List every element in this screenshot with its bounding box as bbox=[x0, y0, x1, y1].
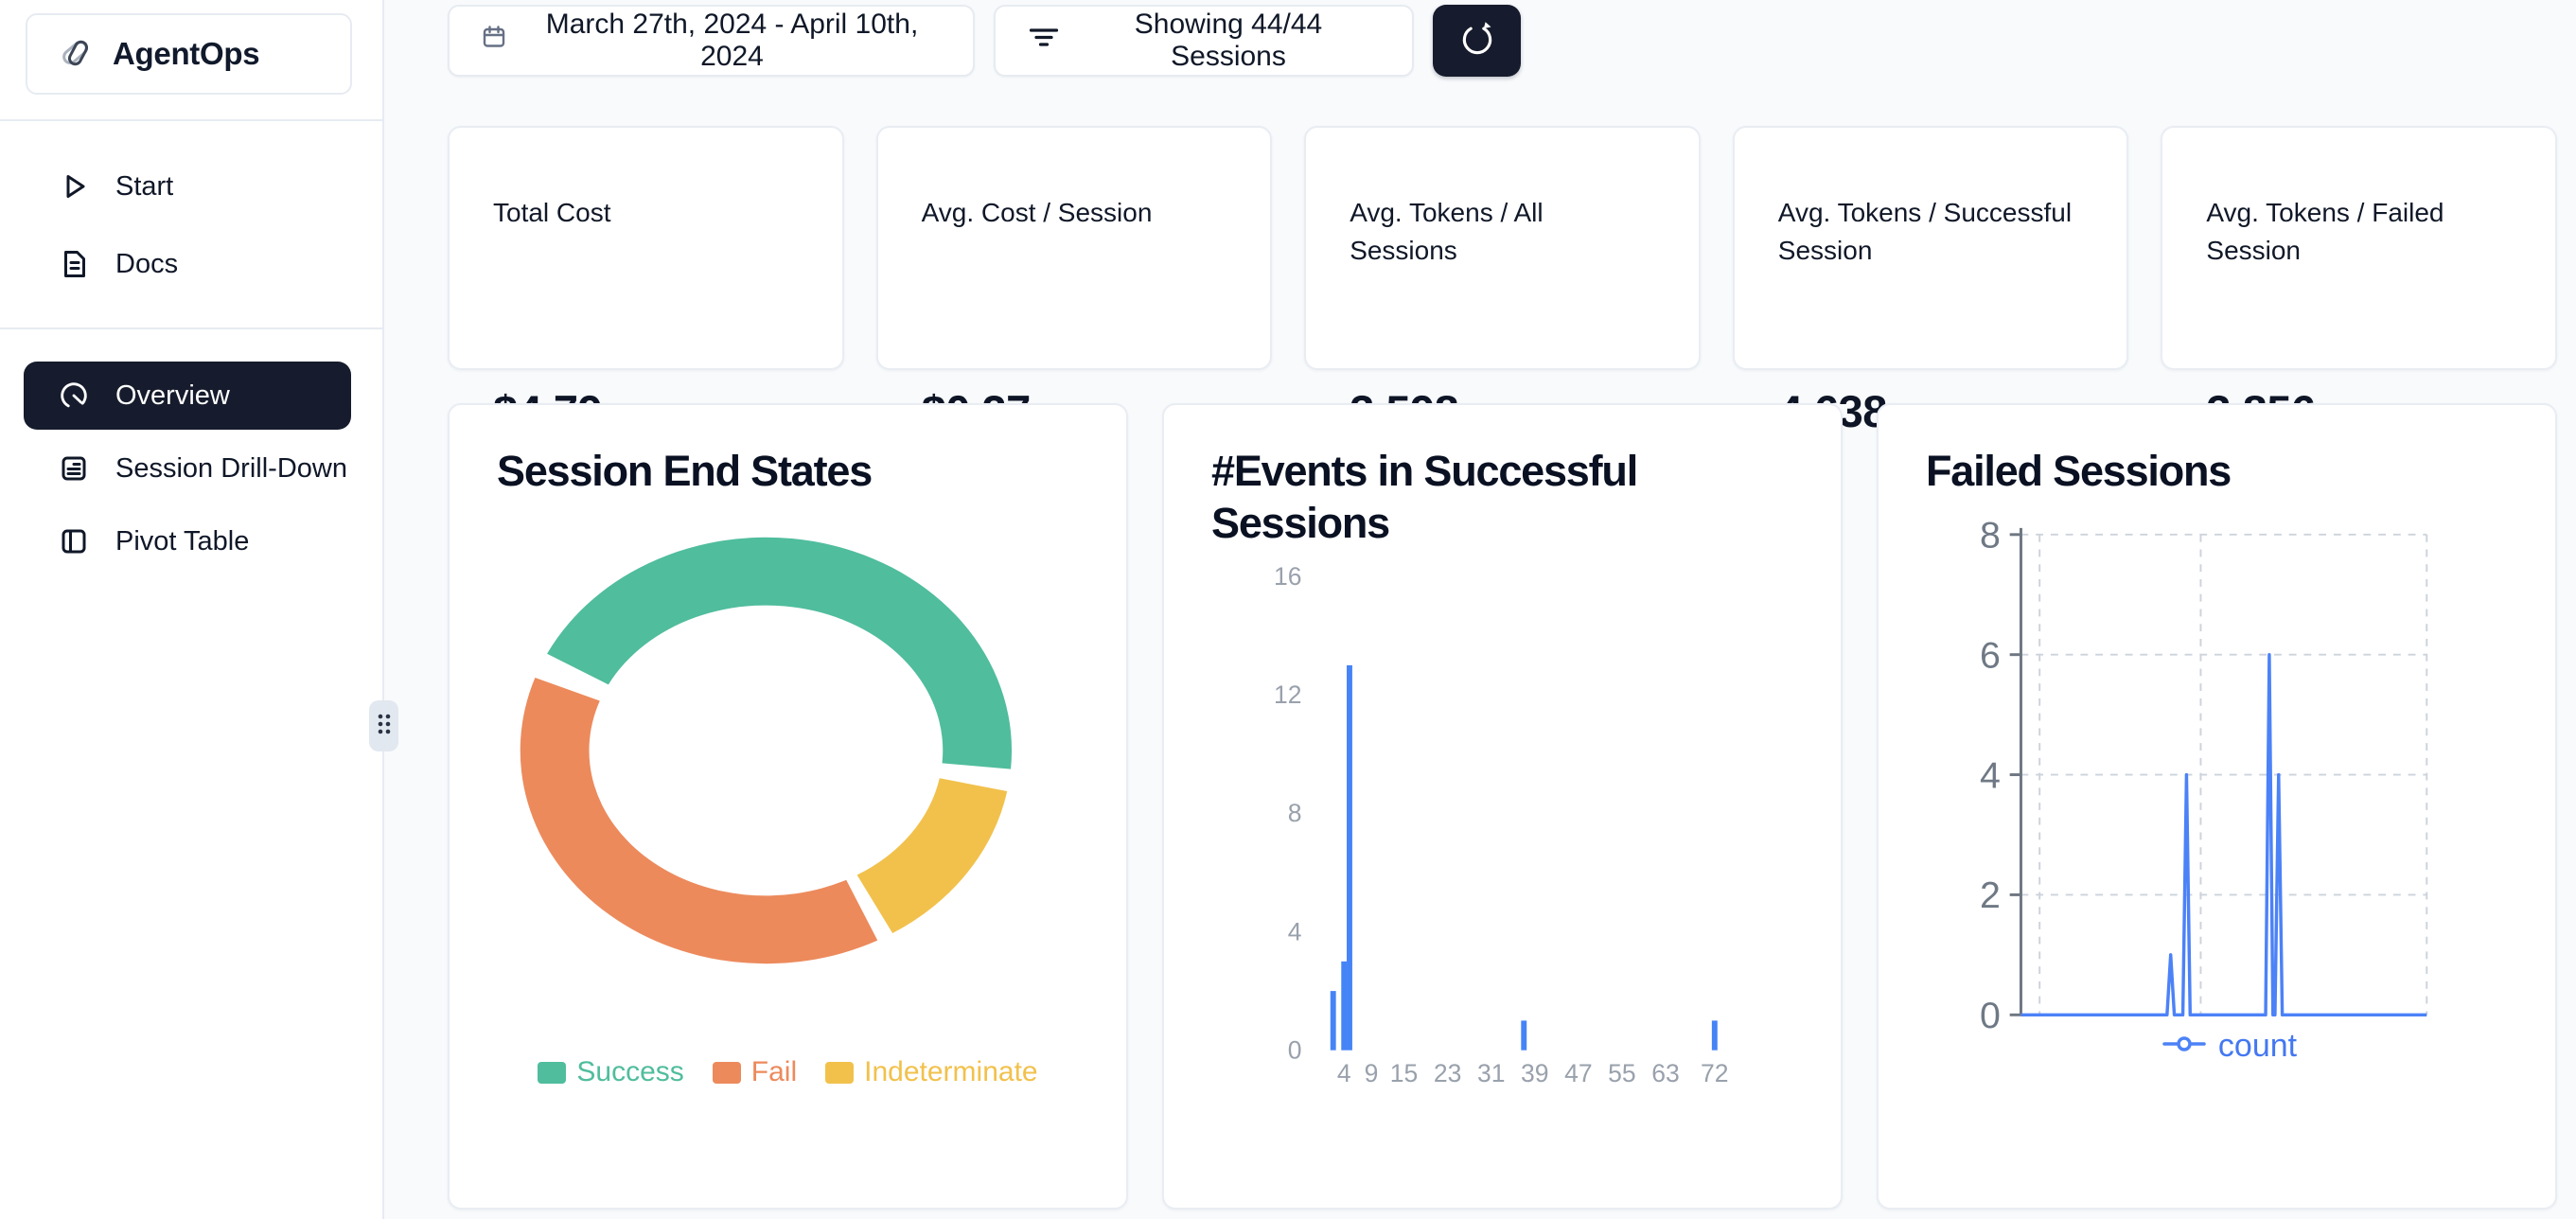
svg-text:72: 72 bbox=[1701, 1059, 1729, 1087]
svg-text:31: 31 bbox=[1477, 1059, 1506, 1087]
svg-text:9: 9 bbox=[1365, 1059, 1379, 1087]
stat-label: Avg. Tokens / All Sessions bbox=[1350, 194, 1655, 270]
stat-label: Avg. Cost / Session bbox=[922, 194, 1227, 270]
app-name: AgentOps bbox=[113, 36, 259, 72]
svg-text:8: 8 bbox=[1980, 515, 2001, 556]
svg-text:15: 15 bbox=[1390, 1059, 1419, 1087]
svg-text:16: 16 bbox=[1274, 562, 1302, 591]
stat-cards-row: Total Cost $4.79 Avg. Cost / Session $0.… bbox=[448, 126, 2557, 370]
filter-button[interactable]: Showing 44/44 Sessions bbox=[994, 5, 1414, 77]
list-box-icon bbox=[57, 451, 91, 486]
session-end-states-card: Session End States Success Fail Indeterm… bbox=[448, 403, 1128, 1210]
refresh-icon bbox=[1457, 20, 1497, 62]
stat-card-total-cost: Total Cost $4.79 bbox=[448, 126, 844, 370]
svg-text:2: 2 bbox=[1980, 874, 2001, 916]
sidebar-item-overview[interactable]: Overview bbox=[24, 362, 351, 430]
line-marker-icon bbox=[2162, 1034, 2206, 1059]
failed-sessions-line-chart: 0 2 4 6 8 bbox=[1879, 405, 2555, 1208]
sidebar-item-start[interactable]: Start bbox=[23, 148, 360, 225]
sidebar-item-pivot-table[interactable]: Pivot Table bbox=[24, 507, 351, 575]
svg-text:4: 4 bbox=[1337, 1059, 1351, 1087]
legend-item-success: Success bbox=[538, 1056, 683, 1088]
legend-swatch bbox=[713, 1062, 741, 1084]
events-bar-chart: 0481216491523313947556372 bbox=[1164, 405, 1841, 1208]
app-logo[interactable]: AgentOps bbox=[26, 13, 352, 95]
legend-item-indeterminate: Indeterminate bbox=[825, 1056, 1037, 1088]
calendar-icon bbox=[482, 25, 506, 57]
pivot-table-icon bbox=[57, 524, 91, 558]
paperclip-logo-icon bbox=[56, 32, 96, 77]
legend-item-fail: Fail bbox=[713, 1056, 797, 1088]
svg-text:4: 4 bbox=[1288, 917, 1302, 945]
filter-lines-icon bbox=[1028, 21, 1060, 61]
legend-label: Fail bbox=[751, 1056, 797, 1088]
app-root: AgentOps Start bbox=[0, 0, 2576, 1219]
date-range-label: March 27th, 2024 - April 10th, 2024 bbox=[523, 9, 941, 73]
legend-label: count bbox=[2218, 1028, 2297, 1065]
svg-text:6: 6 bbox=[1980, 634, 2001, 676]
document-icon bbox=[57, 247, 91, 281]
filter-label: Showing 44/44 Sessions bbox=[1077, 9, 1380, 73]
svg-text:0: 0 bbox=[1288, 1036, 1302, 1065]
legend-label: Indeterminate bbox=[864, 1056, 1037, 1088]
chart-cards-row: Session End States Success Fail Indeterm… bbox=[448, 403, 2557, 1210]
stat-card-avg-tokens-successful: Avg. Tokens / Successful Session 4,638 bbox=[1733, 126, 2129, 370]
sidebar-item-label: Pivot Table bbox=[115, 526, 249, 557]
sidebar: AgentOps Start bbox=[0, 0, 384, 1219]
svg-text:39: 39 bbox=[1521, 1059, 1549, 1087]
sidebar-item-label: Docs bbox=[115, 249, 178, 280]
svg-text:55: 55 bbox=[1608, 1059, 1636, 1087]
sidebar-item-label: Overview bbox=[115, 380, 230, 412]
svg-text:4: 4 bbox=[1980, 754, 2001, 796]
svg-text:12: 12 bbox=[1274, 680, 1302, 709]
play-icon bbox=[57, 169, 91, 203]
sidebar-resize-handle[interactable] bbox=[369, 700, 398, 751]
topbar: March 27th, 2024 - April 10th, 2024 Show… bbox=[448, 5, 2557, 77]
main-content: March 27th, 2024 - April 10th, 2024 Show… bbox=[384, 0, 2576, 1219]
stat-label: Avg. Tokens / Failed Session bbox=[2206, 194, 2512, 270]
sidebar-item-label: Start bbox=[115, 171, 173, 203]
sidebar-item-session-drill-down[interactable]: Session Drill-Down bbox=[24, 434, 351, 503]
sidebar-nav-secondary: Overview Session Drill-Down bbox=[0, 329, 382, 575]
svg-text:47: 47 bbox=[1564, 1059, 1593, 1087]
refresh-button[interactable] bbox=[1433, 5, 1521, 77]
count-legend: count bbox=[2023, 1028, 2436, 1065]
sidebar-nav-primary: Start Docs bbox=[0, 121, 382, 303]
events-in-successful-sessions-card: #Events in Successful Sessions 048121649… bbox=[1162, 403, 1843, 1210]
stat-card-avg-cost-session: Avg. Cost / Session $0.27 bbox=[876, 126, 1273, 370]
stat-card-avg-tokens-failed: Avg. Tokens / Failed Session 3,856 bbox=[2161, 126, 2557, 370]
svg-text:23: 23 bbox=[1434, 1059, 1462, 1087]
date-range-button[interactable]: March 27th, 2024 - April 10th, 2024 bbox=[448, 5, 975, 77]
stat-card-avg-tokens-all: Avg. Tokens / All Sessions 3,598 bbox=[1304, 126, 1701, 370]
stat-label: Avg. Tokens / Successful Session bbox=[1778, 194, 2084, 270]
svg-text:63: 63 bbox=[1651, 1059, 1680, 1087]
stat-label: Total Cost bbox=[493, 194, 799, 270]
grip-dots-icon bbox=[375, 711, 394, 742]
legend-swatch bbox=[825, 1062, 854, 1084]
svg-text:0: 0 bbox=[1980, 995, 2001, 1036]
sidebar-item-label: Session Drill-Down bbox=[115, 453, 347, 485]
donut-legend: Success Fail Indeterminate bbox=[450, 1056, 1126, 1088]
failed-sessions-card: Failed Sessions 02468 count bbox=[1877, 403, 2557, 1210]
sidebar-item-docs[interactable]: Docs bbox=[23, 225, 360, 303]
svg-text:8: 8 bbox=[1288, 799, 1302, 827]
legend-swatch bbox=[538, 1062, 566, 1084]
gauge-icon bbox=[57, 378, 91, 414]
legend-label: Success bbox=[576, 1056, 683, 1088]
